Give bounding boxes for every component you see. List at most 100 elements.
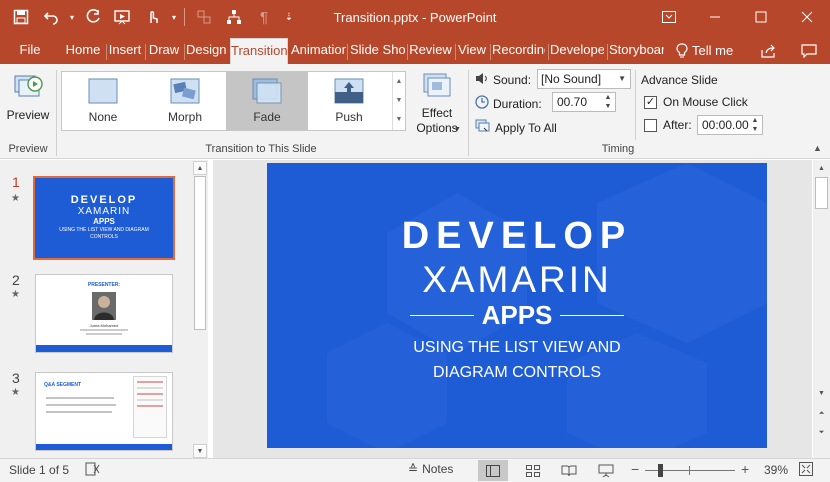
next-slide-icon[interactable]: ⏷ <box>814 425 829 440</box>
tab-developer[interactable]: Developer <box>550 38 604 64</box>
empty-checkbox-icon <box>644 118 657 132</box>
tab-file[interactable]: File <box>12 38 48 64</box>
tab-insert[interactable]: Insert <box>108 38 142 64</box>
stepper-up-icon[interactable]: ▲ <box>603 94 613 102</box>
tell-me-search[interactable]: Tell me <box>676 38 733 64</box>
ribbon-options-icon[interactable] <box>646 0 692 34</box>
minimize-icon[interactable] <box>692 0 738 34</box>
window-controls <box>646 0 830 34</box>
toolbar-divider <box>184 8 185 26</box>
spellcheck-icon[interactable] <box>85 462 101 479</box>
tab-recording[interactable]: Recording <box>492 38 545 64</box>
slide-thumbnail-3[interactable]: Q&A SEGMENT <box>35 372 173 451</box>
after-checkbox[interactable]: After: <box>644 118 692 132</box>
on-mouse-click-checkbox[interactable]: ✓ On Mouse Click <box>644 95 748 109</box>
notes-button[interactable]: ≙ Notes <box>408 462 453 476</box>
customize-icon[interactable]: ⇣ <box>279 0 299 34</box>
transition-label: Push <box>335 110 363 124</box>
tab-slide-show[interactable]: Slide Show <box>350 38 405 64</box>
group-divider <box>635 70 636 140</box>
tab-design[interactable]: Design <box>186 38 226 64</box>
undo-icon[interactable] <box>36 0 66 34</box>
from-beginning-icon[interactable] <box>108 0 138 34</box>
none-transition-icon <box>88 78 118 104</box>
apply-to-all-label: Apply To All <box>495 120 557 135</box>
fit-slide-icon[interactable] <box>799 462 813 479</box>
tab-review[interactable]: Review <box>409 38 452 64</box>
slide-subtitle: USING THE LIST VIEW AND DIAGRAM CONTROLS <box>267 335 767 385</box>
redo-icon[interactable] <box>78 0 108 34</box>
preview-button[interactable]: Preview <box>4 68 52 138</box>
maximize-icon[interactable] <box>738 0 784 34</box>
gallery-more-icon[interactable]: ▼ <box>393 110 405 129</box>
transition-gallery: None Morph Fade Push ▲ ▼ ▼ <box>61 71 406 131</box>
gallery-up-icon[interactable]: ▲ <box>393 72 405 91</box>
zoom-level[interactable]: 39% <box>764 463 788 477</box>
touch-dropdown-icon[interactable]: ▾ <box>168 0 180 34</box>
after-time-stepper[interactable]: 00:00.00 ▲ ▼ <box>697 115 763 135</box>
speaker-icon <box>475 72 489 88</box>
fade-transition-icon <box>252 78 282 104</box>
on-mouse-click-label: On Mouse Click <box>663 95 748 109</box>
scrollbar-thumb[interactable] <box>815 177 828 209</box>
sound-dropdown[interactable]: [No Sound] ▼ <box>537 69 631 89</box>
undo-dropdown-icon[interactable]: ▾ <box>66 0 78 34</box>
close-icon[interactable] <box>784 0 830 34</box>
zoom-knob[interactable] <box>658 464 663 477</box>
zoom-out-icon[interactable]: − <box>631 461 639 477</box>
tab-animations[interactable]: Animations <box>291 38 346 64</box>
slide-thumbnail-2[interactable]: PRESENTER: Juma Mohamed <box>35 274 173 353</box>
transition-morph[interactable]: Morph <box>144 72 226 130</box>
apply-to-all-button[interactable]: Apply To All <box>475 119 557 136</box>
stepper-down-icon[interactable]: ▼ <box>603 103 613 111</box>
slide-scrollbar[interactable]: ▲ ▼ ⏶ ⏷ <box>813 160 830 458</box>
scrollbar-thumb[interactable] <box>194 176 206 330</box>
zoom-slider[interactable]: − + <box>631 461 749 478</box>
effect-options-button[interactable]: Effect Options ▼ <box>410 70 464 140</box>
ribbon: Preview Preview None Morph Fade Push ▲ ▼… <box>0 64 830 159</box>
slide-sorter-icon[interactable] <box>518 460 548 481</box>
save-icon[interactable] <box>6 0 36 34</box>
tab-draw[interactable]: Draw <box>147 38 181 64</box>
checkmark-icon: ✓ <box>644 95 657 109</box>
hierarchy-icon[interactable] <box>219 0 249 34</box>
collapse-ribbon-icon[interactable]: ▲ <box>813 143 822 153</box>
tab-storyboarding[interactable]: Storyboarding <box>609 38 664 64</box>
tab-view[interactable]: View <box>457 38 487 64</box>
transition-none[interactable]: None <box>62 72 144 130</box>
status-bar: Slide 1 of 5 ≙ Notes − + 39% <box>0 458 830 482</box>
slide-count: Slide 1 of 5 <box>9 463 70 477</box>
duration-label: Duration: <box>493 96 542 111</box>
presenter-name: Juma Mohamed <box>89 323 119 328</box>
scroll-up-icon[interactable]: ▲ <box>193 161 207 175</box>
touch-mode-icon[interactable] <box>138 0 168 34</box>
preview-icon <box>13 72 43 102</box>
window-title: Transition.pptx - PowerPoint <box>333 10 497 25</box>
comments-icon[interactable] <box>795 38 823 64</box>
scroll-down-icon[interactable]: ▼ <box>193 444 207 458</box>
share-icon[interactable] <box>755 38 783 64</box>
stepper-up-icon[interactable]: ▲ <box>750 117 760 125</box>
main-slide-canvas[interactable]: DEVELOP XAMARIN APPS USING THE LIST VIEW… <box>267 163 767 448</box>
tab-home[interactable]: Home <box>63 38 103 64</box>
tab-transitions[interactable]: Transitions <box>230 38 288 64</box>
apply-all-icon <box>475 119 491 136</box>
transition-push[interactable]: Push <box>308 72 390 130</box>
thumbnail-scrollbar[interactable]: ▲ ▼ <box>193 161 207 458</box>
duration-stepper[interactable]: 00.70 ▲ ▼ <box>552 92 616 112</box>
tell-me-label: Tell me <box>692 43 734 58</box>
reading-view-icon[interactable] <box>554 460 584 481</box>
scroll-down-icon[interactable]: ▼ <box>814 386 829 401</box>
previous-slide-icon[interactable]: ⏶ <box>814 406 829 421</box>
stepper-down-icon[interactable]: ▼ <box>750 126 760 134</box>
duration-value: 00.70 <box>557 95 588 109</box>
slide-show-icon[interactable] <box>591 460 621 481</box>
zoom-in-icon[interactable]: + <box>741 461 749 477</box>
normal-view-icon[interactable] <box>478 460 508 481</box>
gallery-down-icon[interactable]: ▼ <box>393 91 405 110</box>
title-rule-right <box>560 315 624 316</box>
scroll-up-icon[interactable]: ▲ <box>814 161 829 176</box>
transition-fade[interactable]: Fade <box>226 72 308 130</box>
footer-bar <box>36 444 172 450</box>
slide-thumbnail-1[interactable]: DEVELOP XAMARIN APPS USING THE LIST VIEW… <box>33 176 175 260</box>
